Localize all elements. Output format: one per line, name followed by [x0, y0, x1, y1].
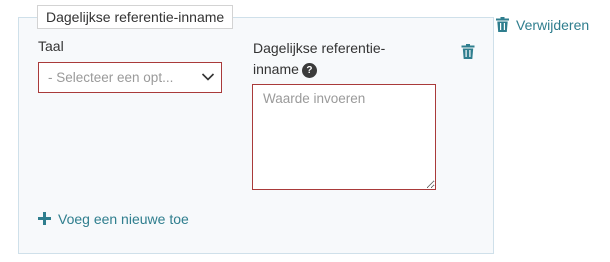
trash-icon[interactable] — [461, 44, 475, 59]
remove-label: Verwijderen — [516, 17, 590, 33]
plus-icon — [38, 212, 51, 225]
value-label: Dagelijkse referentie-inname — [253, 40, 386, 77]
language-select[interactable]: - Selecteer een opt... — [38, 62, 222, 93]
chevron-down-icon — [201, 73, 215, 81]
add-new-label: Voeg een nieuwe toe — [58, 211, 189, 227]
value-input[interactable] — [252, 84, 436, 190]
language-select-value: - Selecteer een opt... — [48, 70, 174, 85]
value-label-group: Dagelijkse referentie-inname? — [253, 38, 418, 80]
language-label: Taal — [38, 38, 64, 54]
trash-icon — [496, 17, 509, 32]
fieldset-legend: Dagelijkse referentie-inname — [37, 5, 234, 29]
question-circle-icon[interactable]: ? — [301, 63, 317, 78]
